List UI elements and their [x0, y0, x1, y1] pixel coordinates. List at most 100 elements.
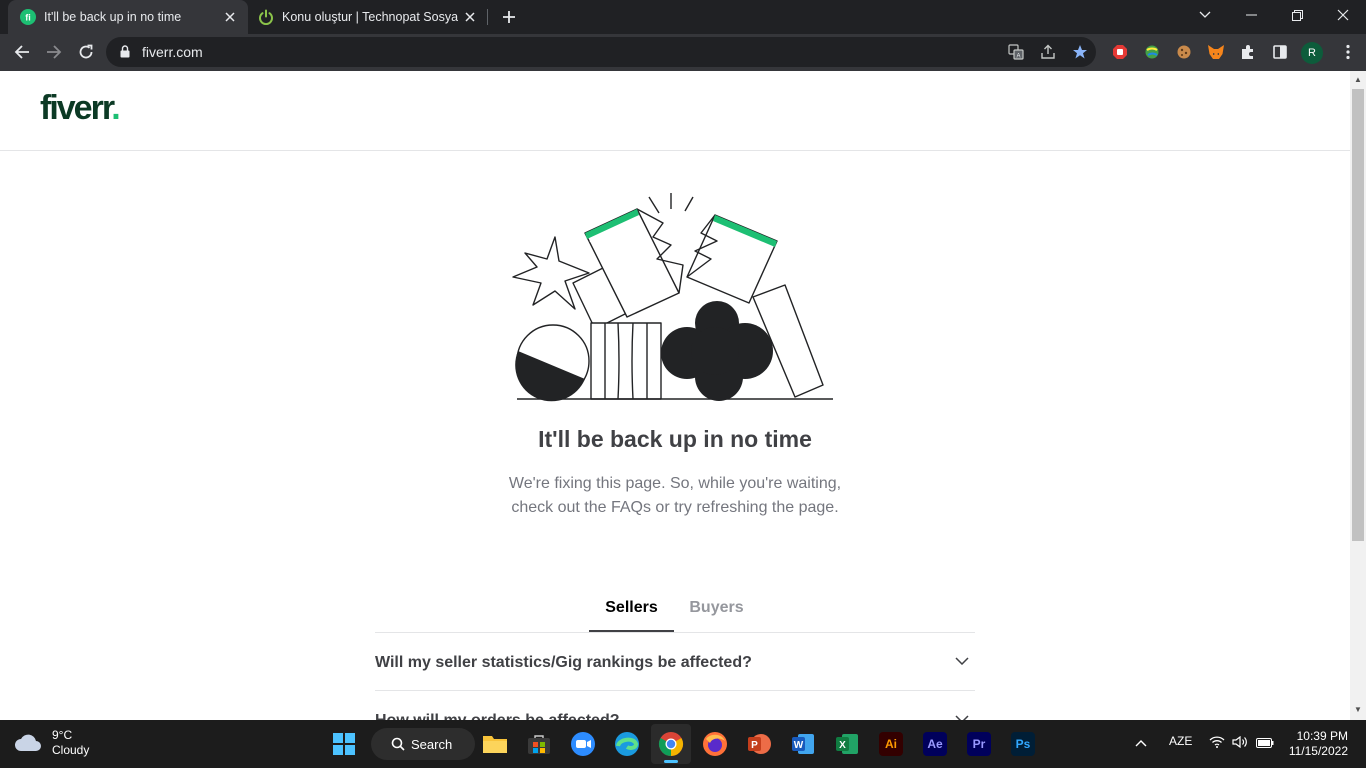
minimize-button[interactable]: [1228, 0, 1274, 30]
vpn-extension-icon[interactable]: [1142, 42, 1162, 62]
address-bar[interactable]: fiverr.com A: [106, 37, 1096, 67]
chevron-down-icon: [1199, 11, 1211, 18]
windows-logo-icon: [333, 733, 355, 755]
zoom-app[interactable]: [563, 724, 603, 764]
site-header: fiverr.: [0, 71, 1350, 151]
fiverr-favicon-icon: fi: [20, 9, 36, 25]
photoshop-icon: Ps: [1011, 732, 1035, 756]
illustrator-icon: Ai: [879, 732, 903, 756]
metamask-extension-icon[interactable]: [1206, 42, 1226, 62]
system-clock[interactable]: 10:39 PM 11/15/2022: [1288, 729, 1348, 759]
tab-title: Konu oluştur | Technopat Sosyal: [282, 10, 458, 24]
lock-icon: [120, 45, 130, 58]
subtitle-line: check out the FAQs or try refreshing the…: [511, 499, 839, 516]
weather-temp: 9°C: [52, 728, 73, 742]
arrow-left-icon: [14, 45, 29, 59]
taskbar-search[interactable]: Search: [371, 728, 475, 760]
close-window-button[interactable]: [1320, 0, 1366, 30]
kebab-menu-icon[interactable]: [1338, 42, 1358, 62]
store-app[interactable]: [519, 724, 559, 764]
arrow-right-icon: [47, 45, 62, 59]
svg-text:X: X: [839, 740, 846, 751]
scroll-down-arrow-icon[interactable]: ▼: [1354, 705, 1362, 714]
weather-widget[interactable]: 9°C Cloudy: [14, 728, 89, 758]
adblock-extension-icon[interactable]: [1110, 42, 1130, 62]
page-subtitle: We're fixing this page. So, while you're…: [475, 472, 875, 520]
language-indicator[interactable]: AZE: [1169, 734, 1192, 748]
bookmark-star-icon[interactable]: [1070, 42, 1090, 62]
faq-question: How will my orders be affected?: [375, 712, 620, 720]
photoshop-app[interactable]: Ps: [1003, 724, 1043, 764]
tab-buyers[interactable]: Buyers: [679, 599, 754, 632]
faq-item[interactable]: How will my orders be affected?: [375, 691, 975, 720]
minimize-icon: [1245, 14, 1257, 16]
word-app[interactable]: W: [783, 724, 823, 764]
reload-button[interactable]: [71, 37, 101, 67]
profile-avatar[interactable]: R: [1301, 42, 1323, 64]
weather-desc: Cloudy: [52, 743, 90, 757]
tab-technopat[interactable]: Konu oluştur | Technopat Sosyal: [248, 0, 488, 34]
subtitle-line: We're fixing this page. So, while you're…: [508, 475, 842, 492]
restore-button[interactable]: [1274, 0, 1320, 30]
premiere-icon: Pr: [967, 732, 991, 756]
premiere-app[interactable]: Pr: [959, 724, 999, 764]
page-viewport: fiverr. It'll be back up in no time We'r…: [0, 71, 1350, 720]
faq-tabs: Sellers Buyers: [375, 591, 975, 633]
chrome-app[interactable]: [651, 724, 691, 764]
page-scrollbar[interactable]: ▲ ▼: [1350, 71, 1366, 720]
page-title: It'll be back up in no time: [538, 426, 812, 452]
powerpoint-app[interactable]: P: [739, 724, 779, 764]
illustrator-app[interactable]: Ai: [871, 724, 911, 764]
volume-icon[interactable]: [1232, 735, 1248, 751]
excel-app[interactable]: X: [827, 724, 867, 764]
tab-separator: [487, 9, 488, 25]
plus-icon: [503, 11, 515, 23]
start-button[interactable]: [324, 724, 364, 764]
new-tab-button[interactable]: [496, 4, 522, 30]
share-icon[interactable]: [1038, 42, 1058, 62]
cookie-extension-icon[interactable]: [1174, 42, 1194, 62]
edge-app[interactable]: [607, 724, 647, 764]
active-app-indicator: [664, 760, 678, 763]
scrollbar-thumb[interactable]: [1352, 89, 1364, 541]
forward-button[interactable]: [39, 37, 69, 67]
chrome-browser-icon: [658, 732, 684, 756]
url-text: fiverr.com: [142, 44, 203, 60]
video-camera-icon: [571, 732, 595, 756]
faq-question: Will my seller statistics/Gig rankings b…: [375, 654, 752, 671]
scroll-up-arrow-icon[interactable]: ▲: [1354, 75, 1362, 84]
translate-icon[interactable]: A: [1006, 42, 1026, 62]
store-bag-icon: [528, 735, 550, 754]
close-icon[interactable]: [458, 5, 482, 29]
word-icon: W: [792, 734, 814, 754]
close-icon[interactable]: [218, 5, 242, 29]
faq-item[interactable]: Will my seller statistics/Gig rankings b…: [375, 633, 975, 691]
puzzle-extensions-icon[interactable]: [1238, 42, 1258, 62]
after-effects-app[interactable]: Ae: [915, 724, 955, 764]
side-panel-icon[interactable]: [1270, 42, 1290, 62]
tab-title: It'll be back up in no time: [44, 10, 182, 24]
show-hidden-icons-button[interactable]: [1135, 736, 1147, 750]
maintenance-illustration: [512, 193, 833, 402]
fiverr-logo[interactable]: fiverr.: [40, 89, 121, 128]
after-effects-icon: Ae: [923, 732, 947, 756]
close-icon: [1337, 9, 1349, 21]
tab-fiverr[interactable]: fi It'll be back up in no time: [8, 0, 248, 34]
battery-icon[interactable]: [1256, 737, 1274, 751]
excel-icon: X: [836, 734, 858, 754]
restore-icon: [1291, 9, 1303, 21]
firefox-app[interactable]: [695, 724, 735, 764]
cloud-icon: [15, 734, 41, 751]
powerpoint-icon: P: [748, 734, 771, 754]
svg-text:fi: fi: [25, 13, 31, 23]
file-explorer-app[interactable]: [475, 724, 515, 764]
logo-text: fiverr: [40, 89, 113, 127]
back-button[interactable]: [7, 37, 37, 67]
browser-toolbar: fiverr.com A R: [0, 34, 1366, 71]
wifi-icon[interactable]: [1209, 736, 1225, 751]
windows-taskbar: 9°C Cloudy Search P W X Ai Ae Pr Ps AZE …: [0, 720, 1366, 768]
tab-sellers[interactable]: Sellers: [589, 599, 674, 632]
tab-search-button[interactable]: [1182, 0, 1228, 30]
clock-date: 11/15/2022: [1288, 744, 1348, 758]
reload-icon: [79, 44, 93, 59]
